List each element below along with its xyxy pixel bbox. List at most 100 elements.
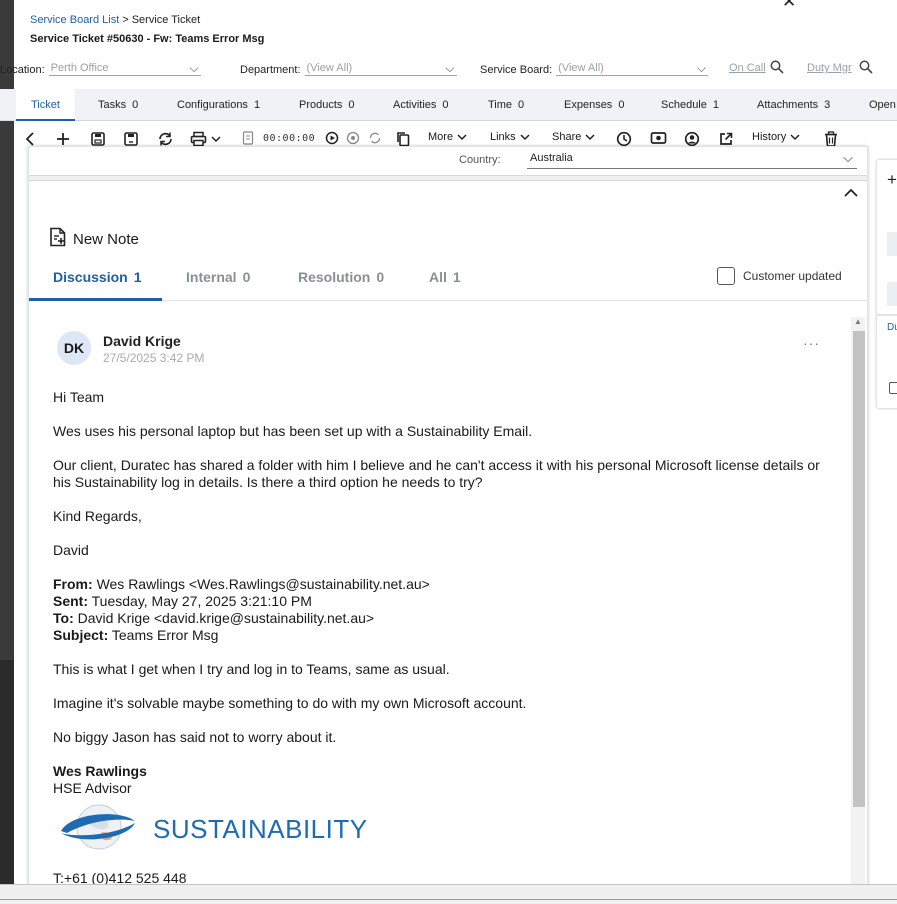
customer-updated-toggle[interactable]: Customer updated [717,267,842,285]
scrollbar-thumb[interactable] [853,331,865,807]
note-tab-count: 0 [242,269,251,285]
country-label: Country: [459,154,501,166]
tab-label: Tasks [98,99,127,111]
tab-open[interactable]: Open [869,89,896,121]
tab-internal[interactable]: Internal 0 [186,269,250,285]
on-call-link[interactable]: On Call [729,62,766,74]
tab-schedule[interactable]: Schedule 1 [661,89,719,121]
company-logo: SUSTAINABILITY [57,801,368,858]
email-subject: Subject: Teams Error Msg [53,627,833,644]
duty-mgr-link[interactable]: Duty Mgr [807,62,852,74]
note-tabs: Discussion 1 Internal 0 Resolution 0 All 1 C… [29,257,867,301]
print-menu[interactable] [190,131,221,147]
note-tab-label: All [429,269,447,285]
tab-discussion[interactable]: Discussion 1 [53,269,142,285]
search-icon[interactable] [859,60,873,77]
open-external-icon[interactable] [718,131,734,147]
tab-label: Ticket [31,99,60,111]
department-value: (View All) [306,62,353,74]
tab-tasks[interactable]: Tasks 0 [98,89,138,121]
scroll-up-icon[interactable]: ▲ [854,317,862,326]
note-author: David Krige [103,333,181,349]
share-menu[interactable]: Share [552,131,595,143]
tab-label: Expenses [564,99,613,111]
new-note-button[interactable]: New Note [49,227,139,251]
tab-resolution[interactable]: Resolution 0 [298,269,384,285]
breadcrumb-service-board-list[interactable]: Service Board List [30,14,119,26]
save-icon[interactable] [90,131,106,147]
copy-icon[interactable] [396,131,410,147]
time-entry-icon[interactable] [242,131,254,145]
page-title: Service Ticket #50630 - Fw: Teams Error … [30,33,265,45]
refresh-icon[interactable] [157,131,174,147]
tab-activities[interactable]: Activities 0 [393,89,449,121]
tab-label: Open [869,99,896,111]
note-tab-label: Internal [186,269,237,285]
service-board-label: Service Board: [480,64,553,76]
location-select[interactable]: Perth Office ⌵ [48,61,201,76]
panel-field[interactable] [887,282,897,306]
share-label: Share [552,131,582,143]
history-menu[interactable]: History [752,131,800,143]
clock-icon[interactable] [616,131,632,147]
search-icon[interactable] [770,60,784,77]
note-tab-count: 1 [133,269,142,285]
reset-timer-icon[interactable] [368,131,382,145]
add-icon[interactable]: + [887,170,897,190]
country-value: Australia [530,152,573,164]
tab-all[interactable]: All 1 [429,269,461,285]
note-tab-label: Resolution [298,269,371,285]
trash-icon[interactable] [824,131,838,147]
department-select[interactable]: (View All) ⌵ [304,61,457,76]
note-tab-label: Discussion [53,269,128,285]
panel-field[interactable] [887,232,897,256]
tab-count: 0 [618,99,625,111]
tab-products[interactable]: Products 0 [299,89,355,121]
logo-text: SUSTAINABILITY [153,814,368,844]
stop-icon[interactable] [346,131,360,145]
tab-configurations[interactable]: Configurations 1 [177,89,260,121]
screen-icon[interactable] [650,131,667,145]
signature-title: HSE Advisor [53,780,132,796]
print-icon [190,131,207,147]
tab-count: 0 [132,99,139,111]
save-and-close-icon[interactable] [123,131,139,147]
note-scrollbar[interactable]: ▲ [851,317,865,887]
close-icon[interactable]: ✕ [782,0,796,12]
chevron-up-icon[interactable] [843,185,859,203]
service-board-filter: Service Board: (View All) ⌵ [480,61,709,76]
links-label: Links [490,131,516,143]
tab-expenses[interactable]: Expenses 0 [564,89,624,121]
email-from-value: Wes Rawlings <Wes.Rawlings@sustainabilit… [96,576,430,592]
chevron-down-icon [790,133,800,141]
ticket-detail-card: Country: Australia ⌵ New Note Discussion 1… [28,146,868,887]
chevron-down-icon: ⌵ [843,150,853,165]
note-signoff: Kind Regards, [53,508,142,524]
add-icon[interactable] [55,131,71,147]
chevron-down-icon [585,133,595,141]
panel-section-label: Du [887,322,897,333]
play-icon[interactable] [325,131,339,145]
ticket-tab-bar: Ticket Tasks 0 Configurations 1 Products 0 … [0,89,897,121]
email-subject-label: Subject: [53,627,109,643]
note-paragraph: This is what I get when I try and log in… [53,661,450,677]
email-sent: Sent: Tuesday, May 27, 2025 3:21:10 PM [53,593,833,610]
tab-time[interactable]: Time 0 [488,89,524,121]
timer-display: 00:00:00 [263,133,316,144]
back-icon[interactable] [24,131,36,147]
more-menu[interactable]: More [428,131,467,143]
more-options-icon[interactable]: ··· [803,335,820,351]
filter-bar: Location: Perth Office ⌵ Department: (Vie… [0,58,897,82]
tab-ticket[interactable]: Ticket [16,89,75,121]
user-circle-icon[interactable] [684,131,700,147]
country-select[interactable]: Australia ⌵ [527,150,857,169]
service-board-select[interactable]: (View All) ⌵ [556,61,709,76]
links-menu[interactable]: Links [490,131,530,143]
tab-count: 0 [518,99,525,111]
panel-checkbox[interactable] [889,382,897,394]
breadcrumb: Service Board List > Service Ticket [30,14,200,26]
chevron-down-icon: ⌵ [697,61,707,75]
tab-label: Configurations [177,99,248,111]
tab-attachments[interactable]: Attachments 3 [757,89,830,121]
customer-updated-checkbox[interactable] [717,267,735,285]
